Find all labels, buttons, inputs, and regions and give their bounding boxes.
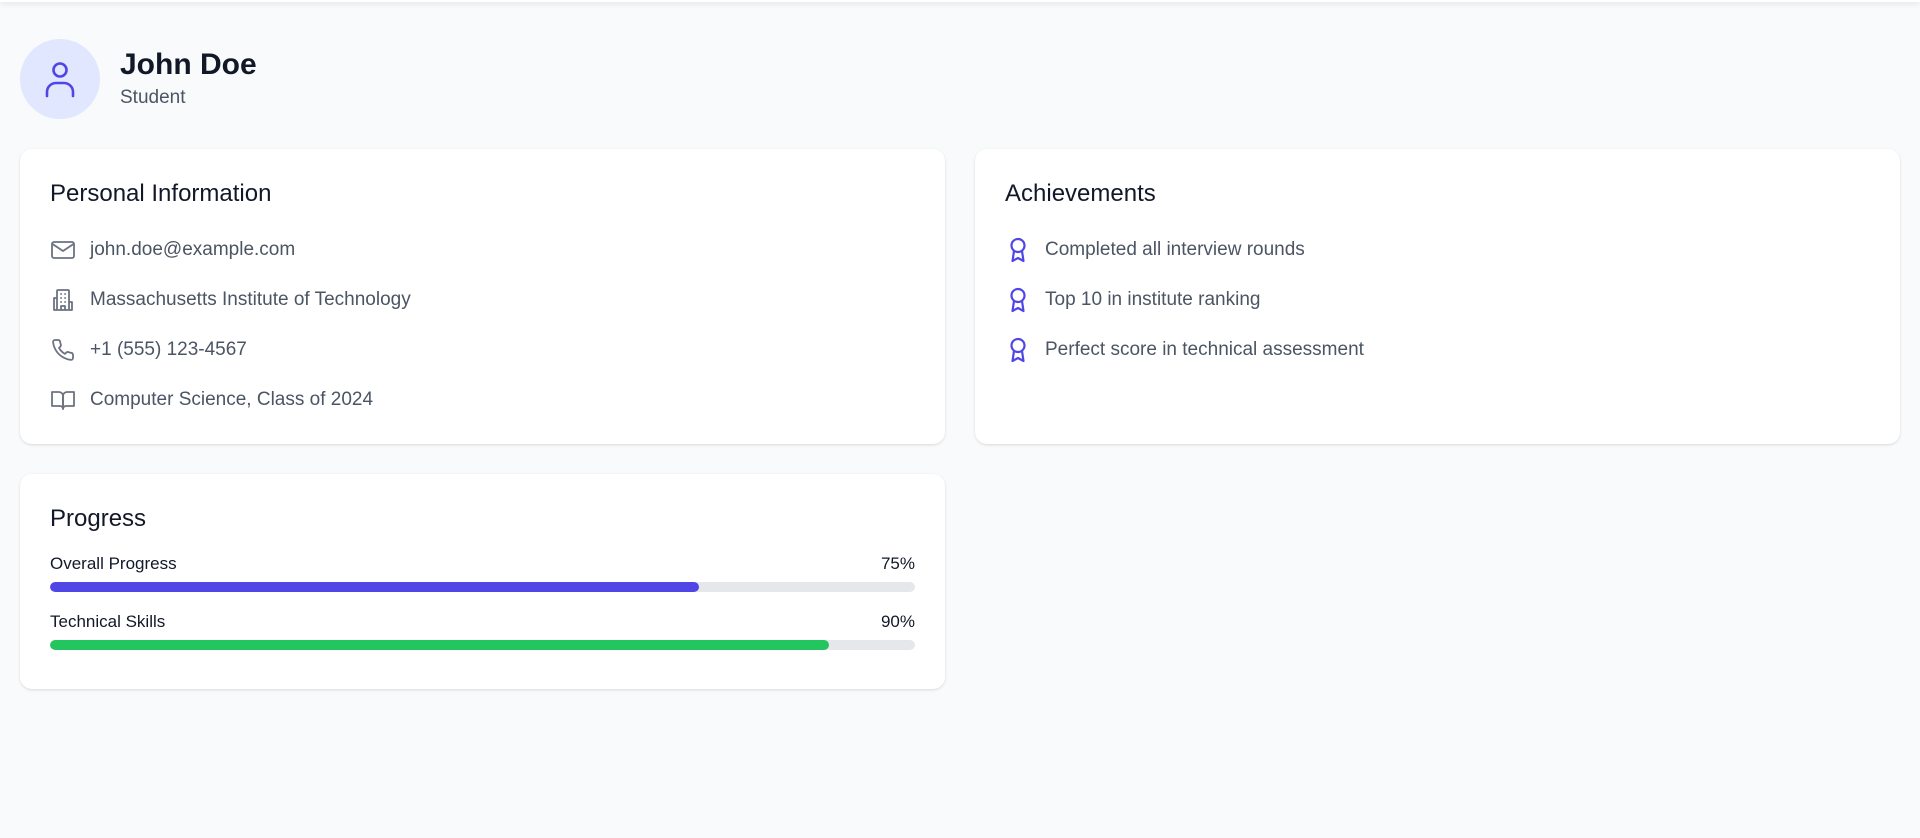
progress-title: Progress	[50, 505, 147, 532]
email-text: john.doe@example.com	[90, 239, 296, 260]
progress-fill	[50, 640, 829, 650]
personal-info-title: Personal Information	[50, 180, 272, 207]
top-bar	[0, 0, 1920, 2]
progress-label: Overall Progress	[50, 554, 177, 573]
building-icon	[50, 287, 76, 313]
institution-text: Massachusetts Institute of Technology	[90, 289, 411, 310]
profile-header: John Doe Student	[20, 39, 257, 119]
profile-name: John Doe	[120, 48, 257, 81]
progress-fill	[50, 582, 699, 592]
profile-role: Student	[120, 87, 186, 108]
progress-list: Overall Progress 75% Technical Skills 90…	[50, 554, 915, 650]
award-icon	[1005, 337, 1031, 363]
achievement-item: Perfect score in technical assessment	[1005, 325, 1870, 375]
program-text: Computer Science, Class of 2024	[90, 389, 374, 410]
progress-track	[50, 582, 915, 592]
mail-icon	[50, 237, 76, 263]
info-email: john.doe@example.com	[50, 225, 915, 275]
achievement-text: Completed all interview rounds	[1045, 239, 1305, 260]
achievement-text: Top 10 in institute ranking	[1045, 289, 1261, 310]
progress-card: Progress Overall Progress 75% Technical …	[20, 474, 945, 689]
achievements-list: Completed all interview rounds Top 10 in…	[1005, 225, 1870, 375]
user-icon	[45, 62, 75, 98]
achievements-card: Achievements Completed all interview rou…	[975, 149, 1900, 444]
personal-info-card: Personal Information john.doe@example.co…	[20, 149, 945, 444]
award-icon	[1005, 237, 1031, 263]
progress-track	[50, 640, 915, 650]
achievement-item: Top 10 in institute ranking	[1005, 275, 1870, 325]
achievements-title: Achievements	[1005, 180, 1156, 207]
phone-text: +1 (555) 123-4567	[90, 339, 247, 360]
progress-value: 75%	[880, 554, 915, 573]
info-program: Computer Science, Class of 2024	[50, 375, 915, 425]
progress-value: 90%	[880, 612, 915, 631]
achievement-text: Perfect score in technical assessment	[1045, 339, 1364, 360]
info-institution: Massachusetts Institute of Technology	[50, 275, 915, 325]
progress-item-overall: Overall Progress 75%	[50, 554, 915, 592]
progress-label: Technical Skills	[50, 612, 166, 631]
info-phone: +1 (555) 123-4567	[50, 325, 915, 375]
progress-item-technical: Technical Skills 90%	[50, 612, 915, 650]
book-icon	[50, 387, 76, 413]
award-icon	[1005, 287, 1031, 313]
avatar	[20, 39, 100, 119]
achievement-item: Completed all interview rounds	[1005, 225, 1870, 275]
personal-info-list: john.doe@example.com Massachusetts Insti…	[50, 225, 915, 425]
phone-icon	[50, 337, 76, 363]
